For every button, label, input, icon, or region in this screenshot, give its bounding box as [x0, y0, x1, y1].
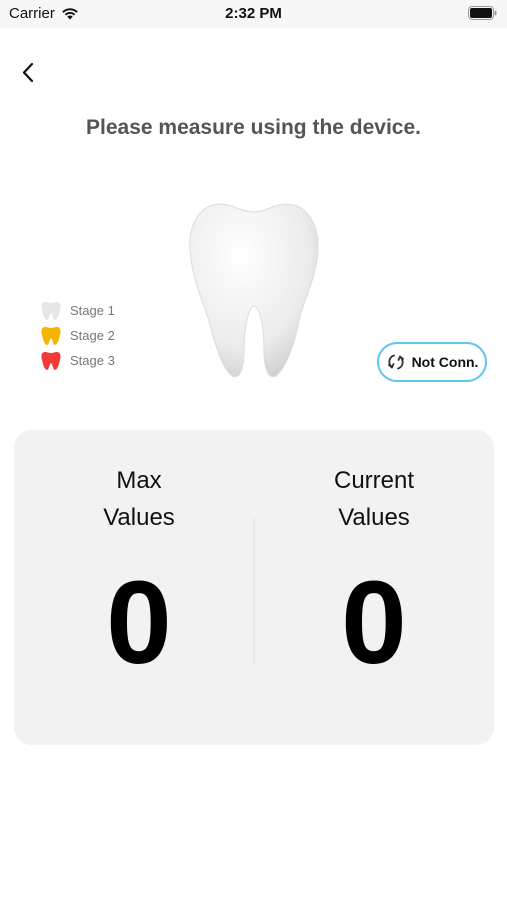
stage-legend: Stage 1 Stage 2 Stage 3 — [40, 298, 115, 373]
current-values-title-line2: Values — [338, 504, 410, 531]
max-values-panel: Max Values 0 — [14, 430, 254, 745]
battery-full-icon — [468, 6, 497, 20]
tooth-stage3-icon — [41, 351, 61, 370]
tooth-image — [189, 203, 319, 378]
refresh-icon — [387, 354, 404, 370]
connection-status-label: Not Conn. — [411, 354, 479, 370]
legend-item: Stage 3 — [40, 348, 115, 373]
legend-label: Stage 1 — [70, 303, 115, 318]
current-value: 0 — [341, 557, 407, 689]
instruction-text: Please measure using the device. — [86, 116, 421, 139]
chevron-left-icon — [22, 62, 34, 83]
legend-label: Stage 3 — [70, 353, 115, 368]
current-values-panel: Current Values 0 — [254, 430, 494, 745]
legend-item: Stage 1 — [40, 298, 115, 323]
status-time: 2:32 PM — [225, 5, 282, 22]
connection-status-button[interactable]: Not Conn. — [377, 342, 487, 382]
current-values-title: Current Values — [254, 462, 494, 536]
max-values-title: Max Values — [19, 462, 259, 536]
legend-item: Stage 2 — [40, 323, 115, 348]
max-value: 0 — [106, 557, 172, 689]
current-values-title-line1: Current — [333, 467, 415, 494]
status-bar: Carrier 2:32 PM — [0, 0, 507, 28]
back-button[interactable] — [14, 58, 44, 88]
tooth-stage1-icon — [41, 301, 61, 320]
tooth-stage2-icon — [41, 326, 61, 345]
values-card: Max Values 0 Current Values 0 — [14, 430, 494, 745]
max-values-title-line1: Max — [116, 467, 162, 494]
legend-label: Stage 2 — [70, 328, 115, 343]
max-values-title-line2: Values — [103, 504, 175, 531]
